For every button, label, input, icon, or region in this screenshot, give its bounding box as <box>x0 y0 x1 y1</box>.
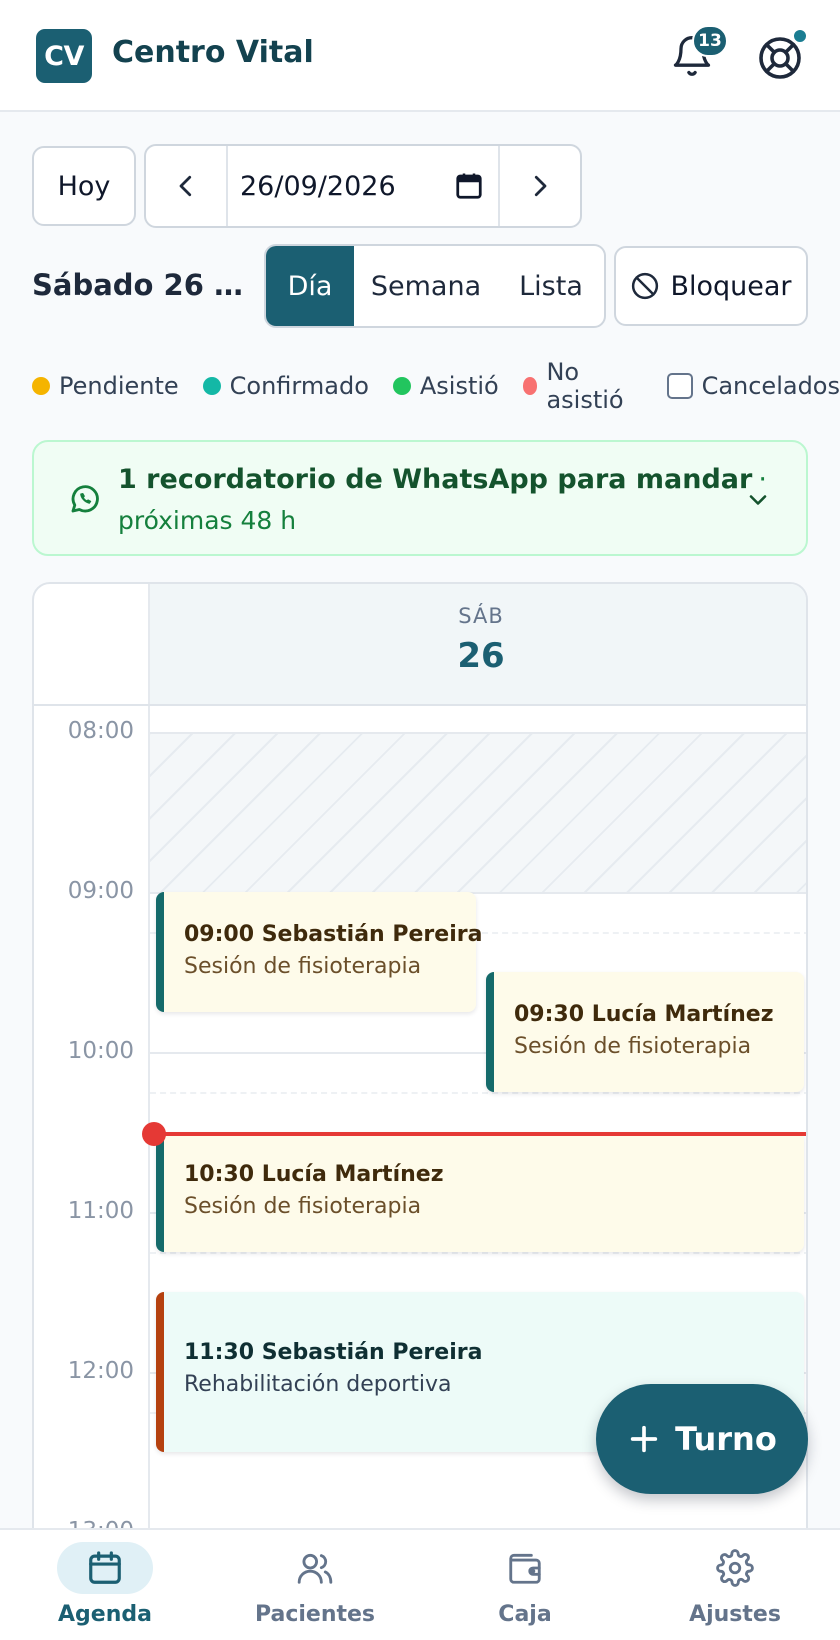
legend-label: Confirmado <box>229 372 369 400</box>
app-header: CV Centro Vital 13 <box>0 0 840 112</box>
legend-item-attended: Asistió <box>392 372 499 400</box>
gear-icon <box>716 1549 754 1587</box>
day-of-week: SÁB <box>458 604 504 628</box>
notifications-badge[interactable]: 13 <box>692 25 728 57</box>
blocked-time-range <box>150 732 806 892</box>
legend-label: Asistió <box>419 372 499 400</box>
calendar-header: SÁB 26 <box>34 584 806 706</box>
appointment-service: Sesión de fisioterapia <box>184 1194 422 1219</box>
help-indicator-dot <box>792 28 808 44</box>
legend-item-pending: Pendiente <box>32 372 179 400</box>
users-icon <box>297 1553 333 1584</box>
calendar-picker-icon[interactable] <box>454 171 484 201</box>
attended-dot <box>392 377 411 395</box>
app-name: Centro Vital <box>112 35 314 70</box>
cancelled-checkbox[interactable] <box>666 373 693 399</box>
current-time-line <box>150 1132 806 1136</box>
nav-icon-pill <box>687 1542 783 1594</box>
chevron-right-icon <box>534 175 547 197</box>
calendar-icon <box>89 1551 121 1584</box>
new-appointment-button[interactable]: Turno <box>596 1384 808 1494</box>
day-number: 26 <box>457 636 505 676</box>
nav-icon-pill <box>57 1542 153 1594</box>
nav-icon-pill <box>477 1542 573 1594</box>
today-button[interactable]: Hoy <box>32 146 136 226</box>
whatsapp-reminder-banner[interactable]: 1 recordatorio de WhatsApp para mandar · … <box>32 440 808 556</box>
appointment-card[interactable]: 09:30 Lucía Martínez Sesión de fisiotera… <box>486 972 804 1092</box>
half-hour-line <box>150 1252 806 1254</box>
nav-tab-pacientes[interactable]: Pacientes <box>210 1530 420 1640</box>
appointment-time: 09:00 <box>184 922 255 947</box>
view-tab-week[interactable]: Semana <box>354 246 498 326</box>
cancelled-label: Cancelados <box>701 372 840 400</box>
wallet-icon <box>509 1553 541 1584</box>
bottom-navigation: Agenda Pacientes Caja Ajustes <box>0 1528 840 1640</box>
time-grid: 08:00 09:00 10:00 11:00 12:00 13:00 09:0… <box>34 706 806 1640</box>
appointment-patient: Sebastián Pereira <box>261 922 483 947</box>
legend-label: Pendiente <box>59 372 179 400</box>
appointment-title: 10:30 Lucía Martínez <box>184 1162 444 1187</box>
legend-item-no-show: No asistió <box>522 358 643 414</box>
nav-label: Pacientes <box>254 1602 376 1627</box>
appointment-title: 09:00 Sebastián Pereira <box>184 922 482 947</box>
current-time-dot <box>142 1122 166 1146</box>
chevron-down-icon[interactable] <box>744 486 772 514</box>
nav-label: Agenda <box>58 1602 152 1627</box>
app-logo: CV <box>36 29 92 83</box>
nav-icon-pill <box>267 1542 363 1594</box>
appointment-card[interactable]: 09:00 Sebastián Pereira Sesión de fisiot… <box>156 892 482 1012</box>
appointment-time: 10:30 <box>184 1162 255 1187</box>
no-show-dot <box>522 377 538 395</box>
appointment-patient: Lucía Martínez <box>591 1002 774 1027</box>
pending-dot <box>32 377 50 395</box>
selected-day-title: Sábado 26 d... <box>32 268 248 302</box>
whatsapp-icon <box>71 485 99 513</box>
view-switcher: Día Semana Lista <box>264 244 606 328</box>
nav-tab-caja[interactable]: Caja <box>420 1530 630 1640</box>
cancelled-toggle[interactable]: Cancelados <box>666 372 840 400</box>
appointment-title: 11:30 Sebastián Pereira <box>184 1340 482 1365</box>
new-appointment-label: Turno <box>675 1420 777 1458</box>
hour-label: 10:00 <box>67 1038 134 1064</box>
nav-label: Ajustes <box>689 1602 781 1627</box>
next-day-button[interactable] <box>498 146 580 226</box>
plus-icon <box>630 1425 658 1453</box>
date-picker: 26/09/2026 <box>144 144 582 228</box>
appointment-patient: Lucía Martínez <box>261 1162 444 1187</box>
nav-label: Caja <box>498 1602 552 1627</box>
hour-label: 11:00 <box>67 1198 134 1224</box>
nav-tab-agenda[interactable]: Agenda <box>0 1530 210 1640</box>
ban-icon <box>632 272 659 300</box>
status-legend: Pendiente Confirmado Asistió No asistió … <box>32 358 840 414</box>
whatsapp-reminder-text: 1 recordatorio de WhatsApp para mandar <box>118 464 753 495</box>
chevron-left-icon <box>179 175 192 197</box>
appointment-patient: Sebastián Pereira <box>261 1340 483 1365</box>
view-tab-list[interactable]: Lista <box>498 246 604 326</box>
appointment-card[interactable]: 10:30 Lucía Martínez Sesión de fisiotera… <box>156 1132 804 1252</box>
appointment-time: 11:30 <box>184 1340 255 1365</box>
half-hour-line <box>150 1092 806 1094</box>
whatsapp-reminder-subtitle: próximas 48 h <box>118 506 297 535</box>
appointment-time: 09:30 <box>514 1002 585 1027</box>
hour-label: 09:00 <box>67 878 134 904</box>
block-button-label: Bloquear <box>670 270 792 302</box>
appointment-service: Sesión de fisioterapia <box>514 1034 752 1059</box>
legend-label: No asistió <box>546 358 624 414</box>
hour-label: 08:00 <box>67 718 134 744</box>
block-button[interactable]: Bloquear <box>614 246 808 326</box>
appointment-service: Rehabilitación deportiva <box>184 1372 452 1397</box>
hour-line <box>150 732 806 734</box>
legend-item-confirmed: Confirmado <box>202 372 369 400</box>
hour-label: 12:00 <box>67 1358 134 1384</box>
view-tab-day[interactable]: Día <box>266 246 354 326</box>
confirmed-dot <box>202 377 221 395</box>
previous-day-button[interactable] <box>146 146 228 226</box>
whatsapp-reminder-title: 1 recordatorio de WhatsApp para mandar · <box>118 464 767 495</box>
appointment-service: Sesión de fisioterapia <box>184 954 422 979</box>
nav-tab-ajustes[interactable]: Ajustes <box>630 1530 840 1640</box>
day-column-header[interactable]: SÁB 26 <box>148 584 806 704</box>
appointment-title: 09:30 Lucía Martínez <box>514 1002 774 1027</box>
